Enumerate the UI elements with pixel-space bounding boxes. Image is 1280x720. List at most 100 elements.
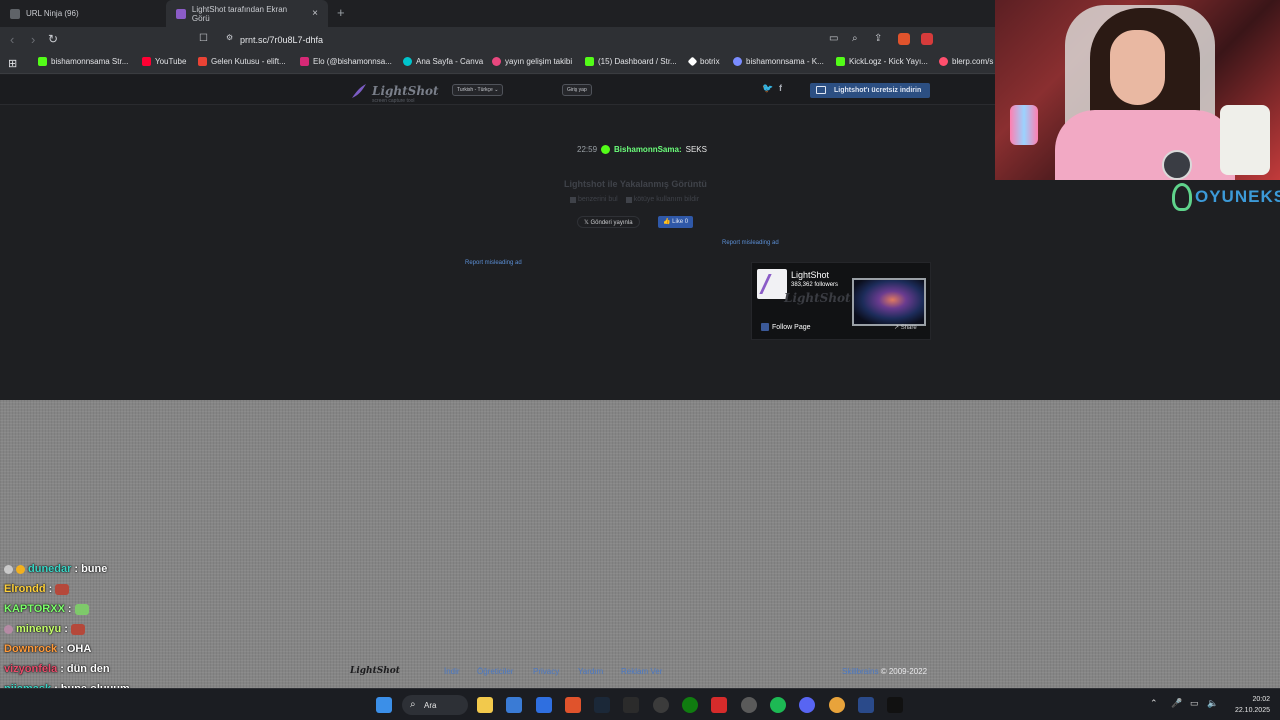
language-select[interactable]: Turkish - Türkçe ⌄: [452, 84, 504, 96]
app-icon[interactable]: [711, 697, 727, 713]
store-icon[interactable]: [506, 697, 522, 713]
report-abuse-link[interactable]: kötüye kullanım bildir: [625, 196, 699, 203]
taskbar-clock[interactable]: 20:02 22.10.2025: [1226, 694, 1270, 716]
chat-message: KAPTORXX :: [4, 603, 89, 615]
galaxy-cover-image[interactable]: [852, 278, 926, 326]
bookmark-item[interactable]: blerp.com/s: [939, 57, 993, 66]
taskbar-search[interactable]: ⌕ Ara: [402, 695, 468, 715]
capcut-icon[interactable]: [887, 697, 903, 713]
chrome-icon[interactable]: [829, 697, 845, 713]
tweet-button[interactable]: 𝕏 Gönderi yayınla: [577, 216, 640, 228]
chat-username: vizyonfela: [4, 663, 58, 675]
bookmark-item[interactable]: (15) Dashboard / Str...: [585, 57, 677, 66]
davinci-icon[interactable]: [858, 697, 874, 713]
follow-page-button[interactable]: Follow Page: [761, 323, 811, 331]
download-button[interactable]: Lightshot'ı ücretsiz indirin: [810, 83, 930, 98]
find-similar-link[interactable]: benzerini bul: [570, 196, 618, 203]
youtube-icon: [142, 57, 151, 66]
site-footer: LightShot İndir Öğreticiler Privacy Yard…: [0, 662, 1280, 682]
steam-icon[interactable]: [594, 697, 610, 713]
page-background-area: [0, 400, 1280, 688]
app-icon[interactable]: [741, 697, 757, 713]
chat-message: minenyu :: [4, 623, 85, 635]
rgb-lamp: [1010, 105, 1038, 145]
brave-rewards-icon[interactable]: [921, 33, 933, 45]
new-tab-button[interactable]: +: [337, 5, 345, 20]
footer-logo[interactable]: LightShot: [350, 666, 400, 676]
chat-username: KAPTORXX: [4, 603, 65, 615]
discord-icon[interactable]: [799, 697, 815, 713]
footer-link-download[interactable]: İndir: [444, 667, 460, 676]
streamer-shirt: [1055, 110, 1235, 180]
chat-message: vizyonfela : dün den: [4, 663, 110, 675]
address-bar[interactable]: prnt.sc/7r0u8L7-dhfa: [240, 35, 323, 45]
share-button[interactable]: ↗ Share: [894, 324, 917, 331]
captured-chat-line: 22:59 BishamonnSama: SEKS: [577, 145, 707, 154]
tab-lightshot[interactable]: LightShot tarafından Ekran Görü ×: [166, 0, 328, 27]
brave-browser-icon[interactable]: [565, 697, 581, 713]
xbox-icon[interactable]: [682, 697, 698, 713]
epic-games-icon[interactable]: [623, 697, 639, 713]
badge-icon: [16, 564, 25, 574]
bookmark-item[interactable]: bishamonnsama - K...: [733, 57, 824, 66]
tray-chevron-icon[interactable]: ⌃: [1150, 698, 1158, 709]
facebook-icon[interactable]: f: [779, 83, 782, 93]
bookmark-page-icon[interactable]: ☐: [199, 33, 208, 44]
login-button[interactable]: Giriş yap: [562, 84, 592, 96]
page-watermark: LightShot: [784, 291, 851, 305]
oyuneks-logo: OYUNEKS: [1172, 183, 1280, 211]
page-followers: 383,362 followers: [791, 282, 839, 288]
search-icon: ⌕: [410, 699, 416, 710]
spotify-icon[interactable]: [770, 697, 786, 713]
bookmark-item[interactable]: Ana Sayfa - Canva: [403, 57, 483, 66]
verified-badge-icon: [601, 145, 611, 154]
screen: URL Ninja (96) LightShot tarafından Ekra…: [0, 0, 1280, 720]
obs-icon[interactable]: [653, 697, 669, 713]
bookmark-item[interactable]: yayın gelişim takibi: [492, 57, 572, 66]
reload-icon[interactable]: ↻: [48, 32, 58, 46]
volume-icon[interactable]: 🔈: [1207, 698, 1218, 709]
site-info-icon[interactable]: ⚙: [226, 33, 233, 42]
footer-link-help[interactable]: Yardım: [578, 667, 603, 676]
apps-grid-icon[interactable]: ⊞: [8, 57, 17, 70]
brave-shield-icon[interactable]: [898, 33, 910, 45]
bookmark-item[interactable]: YouTube: [142, 57, 186, 66]
image-icon: [570, 196, 576, 203]
skillbrains-link[interactable]: Skillbrains: [842, 667, 878, 676]
report-ad-link[interactable]: Report misleading ad: [465, 260, 522, 266]
footer-link-tutorials[interactable]: Öğreticiler: [477, 667, 513, 676]
share-icon[interactable]: ⇪: [874, 33, 882, 44]
botrix-icon: [687, 56, 698, 67]
footer-link-privacy[interactable]: Privacy: [533, 667, 559, 676]
canva-icon: [403, 57, 412, 66]
back-icon[interactable]: ‹: [10, 32, 14, 47]
twitter-icon[interactable]: 🐦: [762, 83, 773, 94]
flag-icon: [625, 196, 632, 203]
bookmark-item[interactable]: Gelen Kutusu - elift...: [198, 57, 286, 66]
cast-icon[interactable]: ▭: [829, 33, 838, 44]
network-icon[interactable]: ▭: [1190, 698, 1199, 709]
close-tab-icon[interactable]: ×: [312, 8, 318, 19]
tab-url-ninja[interactable]: URL Ninja (96): [0, 0, 166, 27]
mail-icon[interactable]: [536, 697, 552, 713]
zoom-icon[interactable]: ⌕: [852, 33, 858, 44]
bookmark-item[interactable]: KickLogz - Kick Yayı...: [836, 57, 928, 66]
lightshot-logo[interactable]: LightShot screen capture tool: [350, 82, 439, 104]
page-avatar[interactable]: [757, 269, 787, 299]
footer-link-advertise[interactable]: Reklam Ver: [621, 667, 662, 676]
forward-icon[interactable]: ›: [31, 32, 35, 47]
microphone-icon[interactable]: 🎤: [1171, 698, 1182, 709]
link-icon: [733, 57, 742, 66]
report-ad-link[interactable]: Report misleading ad: [722, 240, 779, 246]
copyright: Skillbrains © 2009-2022: [842, 667, 928, 676]
bookmark-item[interactable]: Elo (@bishamonnsa...: [300, 57, 392, 66]
chat-message: Downrock : OHA: [4, 643, 92, 655]
page-name[interactable]: LightShot: [791, 270, 829, 280]
like-button[interactable]: 👍 Like 0: [658, 216, 694, 228]
bookmark-item[interactable]: botrix: [687, 56, 720, 67]
bookmark-item[interactable]: bishamonnsama Str...: [38, 57, 128, 66]
chat-message: dunedar : bune: [4, 563, 107, 575]
start-icon[interactable]: [376, 697, 392, 713]
chat-username: Downrock: [4, 643, 58, 655]
file-explorer-icon[interactable]: [477, 697, 493, 713]
